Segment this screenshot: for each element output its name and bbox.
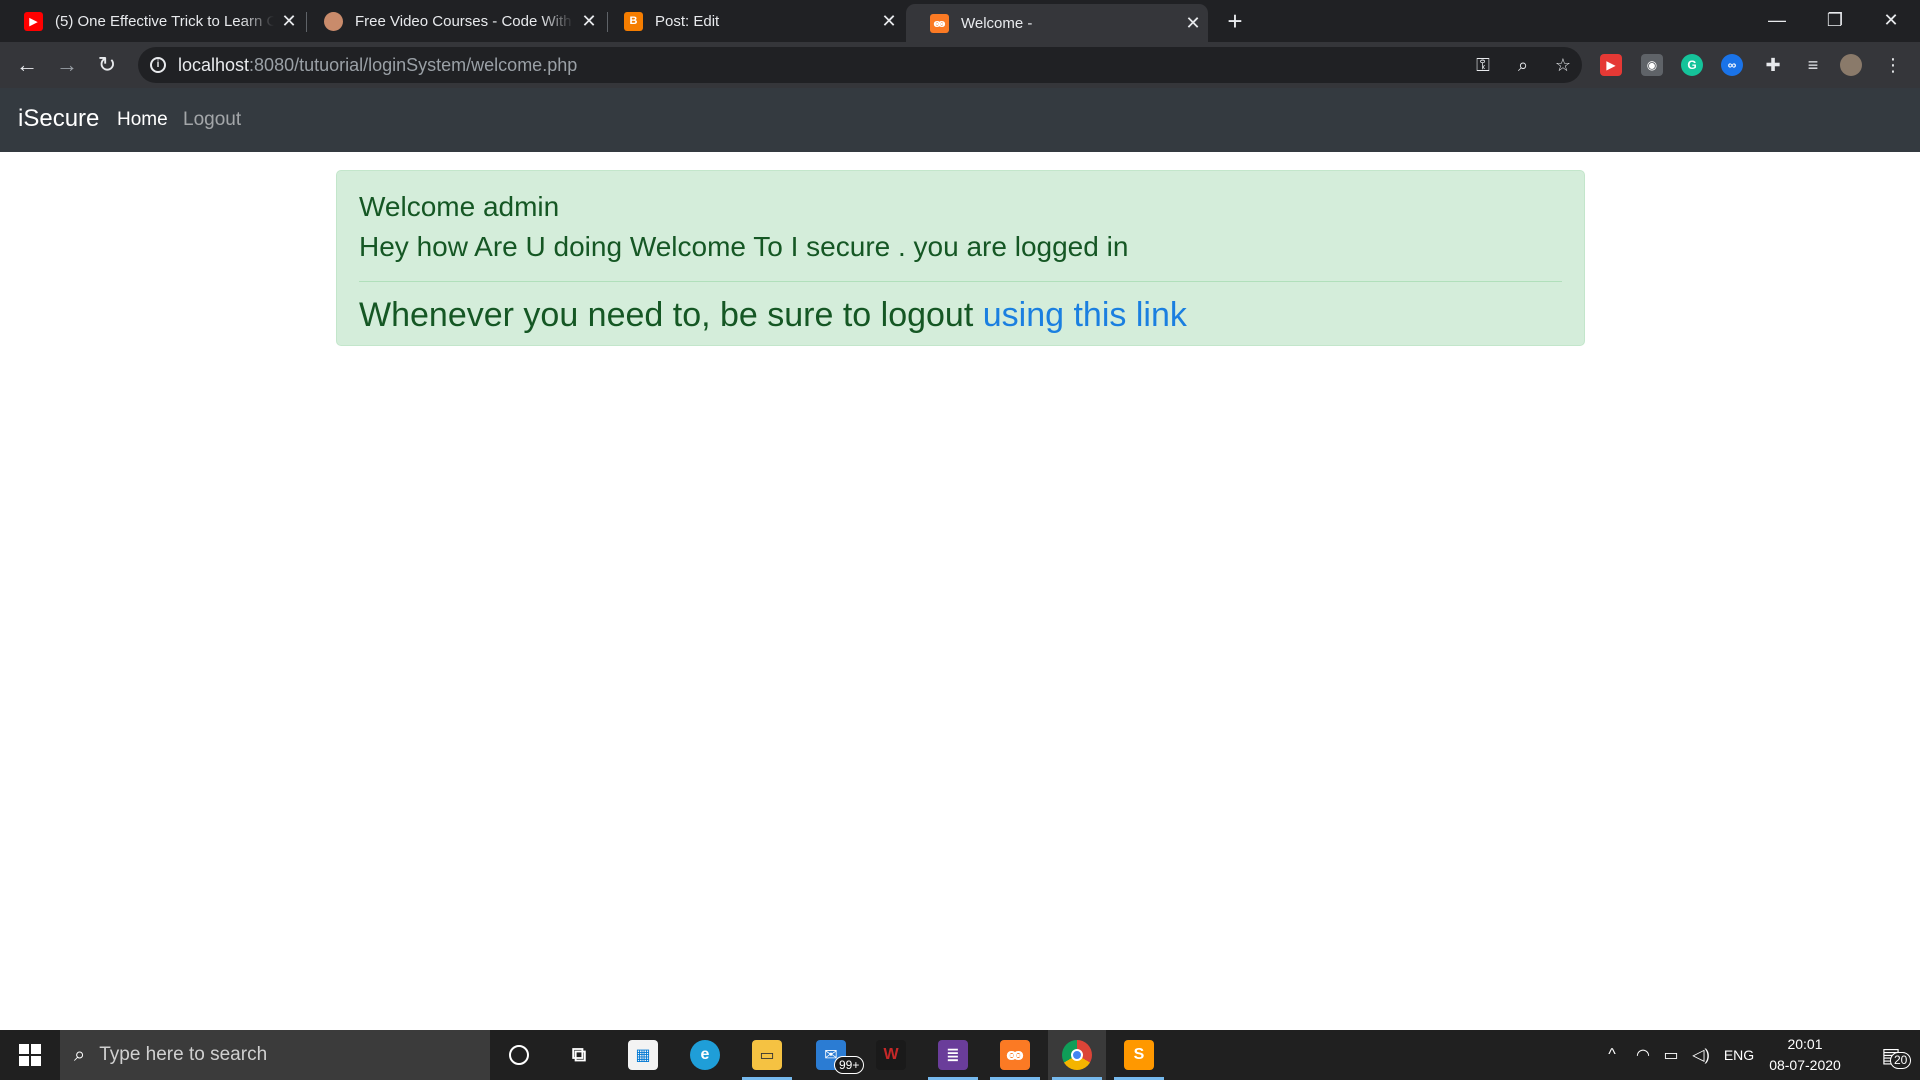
xampp-icon: ꙭ	[930, 13, 949, 33]
windows-logo-icon	[19, 1044, 41, 1066]
tab-code-with-harry[interactable]: Free Video Courses - Code With Harry ✕	[300, 0, 604, 42]
logout-link[interactable]: using this link	[983, 296, 1187, 334]
store-icon[interactable]: ▦	[614, 1030, 672, 1080]
forward-icon[interactable]: →	[52, 50, 82, 80]
file-explorer-icon[interactable]: ▭	[738, 1030, 796, 1080]
browser-tabstrip: ▶ (5) One Effective Trick to Learn Co ✕ …	[0, 0, 1920, 42]
language-indicator[interactable]: ENG	[1718, 1030, 1760, 1080]
camera-extension-icon[interactable]: ◉	[1641, 54, 1663, 76]
task-view-icon[interactable]: ⧉	[550, 1030, 608, 1080]
media-control-icon[interactable]: ≡	[1798, 50, 1828, 80]
game-app-icon[interactable]: W	[862, 1030, 920, 1080]
blogger-icon: B	[624, 11, 643, 31]
clock-time: 20:01	[1787, 1036, 1823, 1052]
tab-close-icon[interactable]: ✕	[874, 11, 904, 32]
cortana-icon[interactable]	[490, 1030, 548, 1080]
taskbar-search[interactable]: ⌕ Type here to search	[60, 1030, 490, 1080]
clock[interactable]: 20:01 08-07-2020	[1760, 1034, 1850, 1076]
volume-icon[interactable]: ◁)	[1688, 1030, 1714, 1080]
tray-overflow-icon[interactable]: ^	[1600, 1030, 1624, 1080]
tab-title: Free Video Courses - Code With Harry	[355, 12, 574, 30]
search-icon: ⌕	[74, 1043, 86, 1066]
tab-post-edit[interactable]: B Post: Edit ✕	[600, 0, 904, 42]
profile-avatar[interactable]	[1840, 54, 1862, 76]
notification-count: 20	[1890, 1052, 1912, 1069]
nav-logout-link[interactable]: Logout	[183, 109, 241, 131]
tab-title: (5) One Effective Trick to Learn Co	[55, 12, 274, 30]
site-navbar: iSecure Home Logout	[0, 88, 1920, 152]
battery-icon[interactable]: ▭	[1658, 1030, 1684, 1080]
nav-home-link[interactable]: Home	[117, 109, 168, 131]
back-icon[interactable]: ←	[12, 50, 42, 80]
minimize-icon[interactable]: —	[1748, 0, 1806, 42]
extension-red-icon[interactable]: ▶	[1600, 54, 1622, 76]
chrome-icon[interactable]	[1048, 1030, 1106, 1080]
zoom-icon[interactable]: ⌕	[1508, 50, 1538, 80]
start-button[interactable]	[0, 1030, 60, 1080]
clock-date: 08-07-2020	[1769, 1057, 1841, 1073]
tab-youtube[interactable]: ▶ (5) One Effective Trick to Learn Co ✕	[0, 0, 304, 42]
restore-icon[interactable]: ❐	[1806, 0, 1864, 42]
welcome-alert: Welcome admin Hey how Are U doing Welcom…	[336, 170, 1585, 346]
screen: ▶ (5) One Effective Trick to Learn Co ✕ …	[0, 0, 1920, 1080]
infinity-extension-icon[interactable]: ∞	[1721, 54, 1743, 76]
mail-badge: 99+	[834, 1056, 865, 1074]
tab-title: Welcome -	[961, 14, 1033, 32]
key-icon[interactable]: ⚿	[1468, 50, 1498, 80]
grammarly-icon[interactable]: G	[1681, 54, 1703, 76]
xampp-taskbar-icon[interactable]: ꙭ	[986, 1030, 1044, 1080]
menu-kebab-icon[interactable]: ⋮	[1878, 50, 1908, 80]
tab-close-icon[interactable]: ✕	[1178, 13, 1208, 34]
search-placeholder: Type here to search	[99, 1044, 268, 1065]
youtube-icon: ▶	[24, 11, 43, 31]
logout-instruction: Whenever you need to, be sure to logout …	[359, 296, 1187, 334]
wifi-icon[interactable]: ◠	[1630, 1030, 1656, 1080]
tab-welcome[interactable]: ꙭ Welcome - ✕	[906, 4, 1208, 42]
edge-icon[interactable]: e	[676, 1030, 734, 1080]
new-tab-button[interactable]: +	[1220, 6, 1250, 36]
mail-icon[interactable]: ✉ 99+	[802, 1030, 865, 1080]
browser-toolbar: ← → ↻ i localhost:8080/tutuorial/loginSy…	[0, 42, 1920, 88]
avatar-icon	[324, 11, 343, 31]
extensions-puzzle-icon[interactable]: ✚	[1758, 50, 1788, 80]
address-bar[interactable]: i localhost:8080/tutuorial/loginSystem/w…	[138, 47, 1582, 83]
tab-title: Post: Edit	[655, 12, 720, 30]
winrar-icon[interactable]: ≣	[924, 1030, 982, 1080]
reload-icon[interactable]: ↻	[92, 50, 122, 80]
alert-divider	[359, 281, 1562, 282]
alert-heading: Welcome admin	[359, 191, 560, 222]
action-center-icon[interactable]: ▤ 20	[1862, 1030, 1920, 1080]
bookmark-star-icon[interactable]: ☆	[1548, 50, 1578, 80]
site-brand[interactable]: iSecure	[18, 105, 99, 133]
sublime-text-icon[interactable]: S	[1110, 1030, 1168, 1080]
site-info-icon[interactable]: i	[150, 57, 166, 73]
alert-message: Hey how Are U doing Welcome To I secure …	[359, 231, 1129, 262]
close-window-icon[interactable]: ✕	[1862, 0, 1920, 42]
url-text: localhost:8080/tutuorial/loginSystem/wel…	[178, 54, 578, 75]
windows-taskbar: ⌕ Type here to search ⧉ ▦ e ▭ ✉ 99+ W ≣ ꙭ…	[0, 1030, 1920, 1080]
